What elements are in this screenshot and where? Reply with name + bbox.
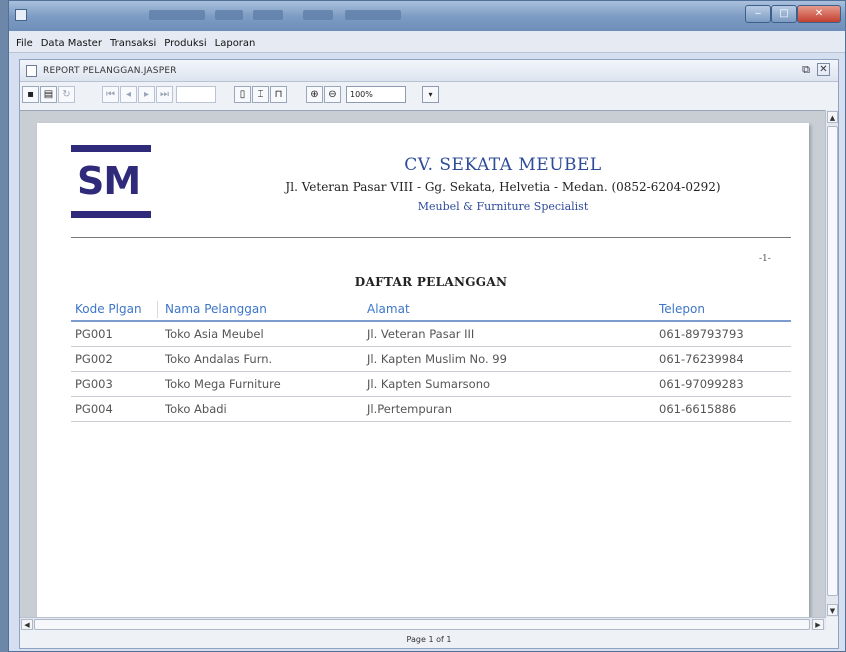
page-number: -1- (759, 254, 771, 264)
main-window: ‒ □ ✕ File Data Master Transaksi Produksi La… (8, 0, 846, 652)
scroll-down-icon[interactable]: ▼ (827, 604, 838, 616)
status-bar: Page 1 of 1 (406, 635, 452, 644)
scroll-up-icon[interactable]: ▲ (827, 111, 838, 123)
cell-alamat: Jl. Veteran Pasar III (367, 327, 475, 341)
cell-alamat: Jl. Kapten Muslim No. 99 (367, 352, 507, 366)
previous-page-icon[interactable]: ◂ (120, 86, 137, 103)
company-address: Jl. Veteran Pasar VIII - Gg. Sekata, Hel… (285, 180, 721, 194)
print-icon[interactable]: ▤ (40, 86, 57, 103)
table-header: Kode Plgan Nama Pelanggan Alamat Telepon (71, 297, 791, 322)
cell-kode: PG002 (75, 352, 113, 366)
header-divider (71, 237, 791, 238)
maximize-button[interactable]: □ (771, 5, 797, 23)
report-page: SM CV. SEKATA MEUBEL Jl. Veteran Pasar V… (37, 123, 809, 617)
cell-alamat: Jl.Pertempuran (367, 402, 453, 416)
report-title: DAFTAR PELANGGAN (354, 275, 508, 289)
report-viewport: SM CV. SEKATA MEUBEL Jl. Veteran Pasar V… (20, 110, 826, 617)
column-header: Kode Plgan (75, 302, 142, 316)
page-number-input[interactable] (176, 86, 216, 103)
table-row: PG003 Toko Mega Furniture Jl. Kapten Sum… (71, 372, 791, 397)
column-header: Telepon (659, 302, 705, 316)
cell-kode: PG003 (75, 377, 113, 391)
menu-data-master[interactable]: Data Master (37, 33, 106, 55)
cell-telepon: 061-97099283 (659, 377, 744, 391)
save-icon[interactable]: ▪ (22, 86, 39, 103)
cell-nama: Toko Mega Furniture (165, 377, 281, 391)
table-row: PG004 Toko Abadi Jl.Pertempuran 061-6615… (71, 397, 791, 422)
cell-nama: Toko Asia Meubel (165, 327, 264, 341)
zoom-in-icon[interactable]: ⊕ (306, 86, 323, 103)
company-tagline: Meubel & Furniture Specialist (417, 200, 589, 213)
cell-alamat: Jl. Kapten Sumarsono (367, 377, 491, 391)
vertical-scroll-thumb[interactable] (827, 126, 838, 596)
horizontal-scrollbar[interactable]: ◀ ▶ (20, 617, 826, 630)
cell-telepon: 061-76239984 (659, 352, 744, 366)
first-page-icon[interactable]: ⏮ (102, 86, 119, 103)
title-blur (215, 10, 243, 20)
fit-page-icon[interactable]: ⌶ (252, 86, 269, 103)
title-blur (149, 10, 205, 20)
fit-width-icon[interactable]: ⊓ (270, 86, 287, 103)
minimize-button[interactable]: ‒ (745, 5, 771, 23)
menu-produksi[interactable]: Produksi (160, 33, 210, 55)
cell-nama: Toko Abadi (165, 402, 227, 416)
vertical-scrollbar[interactable]: ▲ ▼ (825, 110, 838, 617)
report-frame: REPORT PELANGGAN.JASPER ⧉ ✕ ▪ ▤ ↻ ⏮ ◂ ▸ … (19, 59, 839, 649)
scroll-left-icon[interactable]: ◀ (21, 619, 33, 630)
zoom-select[interactable]: 100% (346, 86, 406, 103)
actual-size-icon[interactable]: ▯ (234, 86, 251, 103)
menu-laporan[interactable]: Laporan (211, 33, 260, 55)
table-row: PG002 Toko Andalas Furn. Jl. Kapten Musl… (71, 347, 791, 372)
title-blur (253, 10, 283, 20)
report-frame-title: REPORT PELANGGAN.JASPER (43, 66, 177, 76)
menu-transaksi[interactable]: Transaksi (106, 33, 160, 55)
window-titlebar[interactable]: ‒ □ ✕ (9, 1, 845, 31)
app-icon (15, 9, 27, 21)
next-page-icon[interactable]: ▸ (138, 86, 155, 103)
cell-telepon: 061-6615886 (659, 402, 737, 416)
cell-nama: Toko Andalas Furn. (165, 352, 273, 366)
title-blur (345, 10, 401, 20)
company-header: CV. SEKATA MEUBEL Jl. Veteran Pasar VIII… (223, 155, 783, 213)
chevron-down-icon[interactable]: ▾ (422, 86, 439, 103)
report-frame-titlebar[interactable]: REPORT PELANGGAN.JASPER ⧉ ✕ (20, 60, 838, 82)
viewer-toolbar: ▪ ▤ ↻ ⏮ ◂ ▸ ⏭ ▯ ⌶ ⊓ ⊕ ⊖ 100% ▾ (20, 82, 838, 108)
cell-telepon: 061-89793793 (659, 327, 744, 341)
menu-bar: File Data Master Transaksi Produksi Laporan (9, 31, 845, 53)
cell-kode: PG001 (75, 327, 113, 341)
company-name: CV. SEKATA MEUBEL (404, 155, 602, 175)
company-logo: SM (71, 145, 151, 221)
cell-kode: PG004 (75, 402, 113, 416)
column-header: Nama Pelanggan (165, 302, 267, 316)
customer-table: Kode Plgan Nama Pelanggan Alamat Telepon… (71, 297, 791, 422)
close-button[interactable]: ✕ (797, 5, 841, 23)
frame-close-button[interactable]: ✕ (817, 63, 830, 76)
reload-icon[interactable]: ↻ (58, 86, 75, 103)
column-header: Alamat (367, 302, 410, 316)
menu-file[interactable]: File (9, 33, 37, 55)
horizontal-scroll-thumb[interactable] (34, 619, 810, 630)
scroll-right-icon[interactable]: ▶ (812, 619, 824, 630)
last-page-icon[interactable]: ⏭ (156, 86, 173, 103)
title-blur (303, 10, 333, 20)
document-icon (26, 65, 37, 77)
table-row: PG001 Toko Asia Meubel Jl. Veteran Pasar… (71, 322, 791, 347)
restore-icon[interactable]: ⧉ (802, 63, 810, 77)
zoom-out-icon[interactable]: ⊖ (324, 86, 341, 103)
